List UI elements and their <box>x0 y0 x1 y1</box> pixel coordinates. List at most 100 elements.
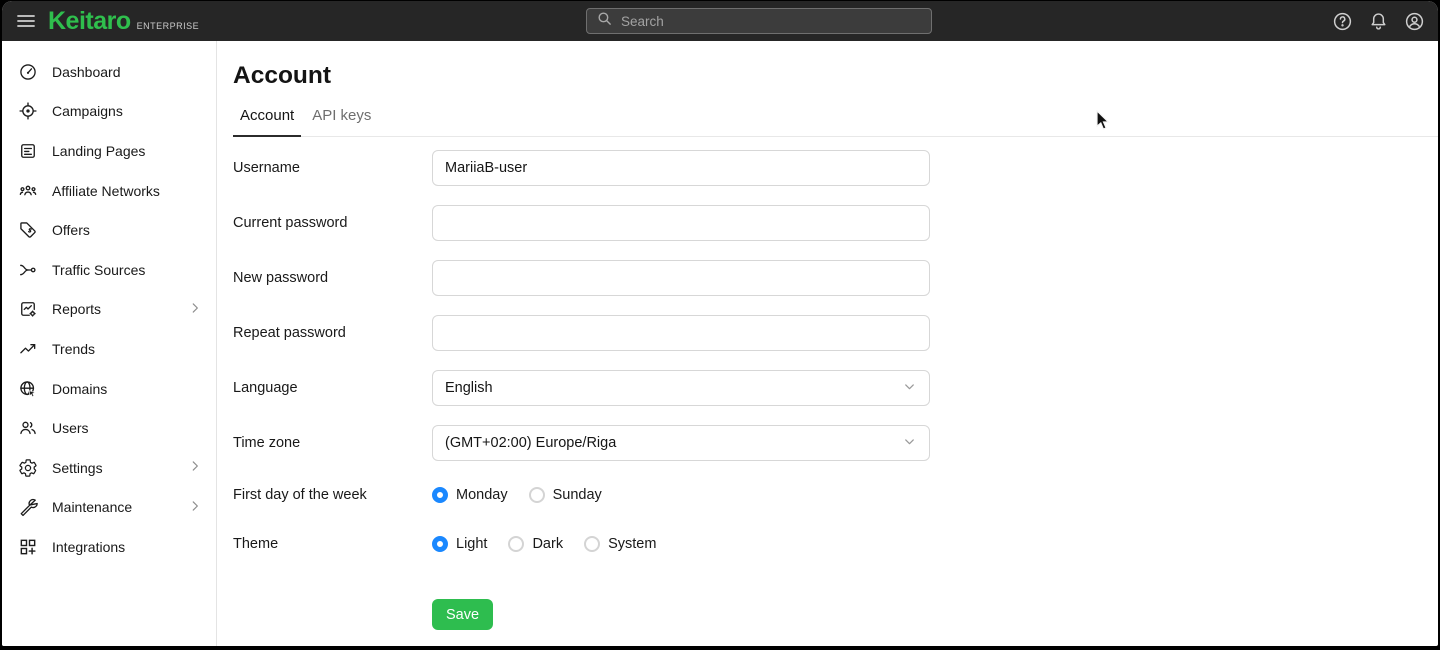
first-day-label: First day of the week <box>233 487 432 503</box>
sidebar-item-label: Domains <box>52 381 202 397</box>
radio-unselected-icon <box>584 536 600 552</box>
radio-monday[interactable]: Monday <box>432 487 508 503</box>
sidebar-item-label: Settings <box>52 460 174 476</box>
timezone-select[interactable]: (GMT+02:00) Europe/Riga <box>432 425 930 461</box>
radio-theme-light[interactable]: Light <box>432 536 487 552</box>
integrations-icon <box>18 537 38 557</box>
sidebar-item-label: Offers <box>52 222 202 238</box>
sidebar-item-offers[interactable]: Offers <box>2 210 216 250</box>
sidebar-item-campaigns[interactable]: Campaigns <box>2 92 216 132</box>
settings-gear-icon <box>18 458 38 478</box>
dashboard-icon <box>18 62 38 82</box>
radio-label: Sunday <box>553 487 602 503</box>
radio-unselected-icon <box>529 487 545 503</box>
reports-icon <box>18 299 38 319</box>
sidebar-item-reports[interactable]: Reports <box>2 290 216 330</box>
new-password-field[interactable] <box>432 260 930 296</box>
sidebar-item-traffic-sources[interactable]: Traffic Sources <box>2 250 216 290</box>
enterprise-badge: ENTERPRISE <box>137 21 200 31</box>
notifications-bell-icon[interactable] <box>1368 11 1389 32</box>
chevron-right-icon <box>188 301 202 318</box>
sidebar-item-label: Trends <box>52 341 202 357</box>
main-content: Account Account API keys Username Curren… <box>217 41 1438 646</box>
form-row-username: Username <box>233 150 1438 186</box>
tab-api-keys[interactable]: API keys <box>305 107 378 136</box>
chevron-down-icon <box>902 379 917 398</box>
radio-sunday[interactable]: Sunday <box>529 487 602 503</box>
language-selected-value: English <box>445 380 493 396</box>
sidebar-item-label: Users <box>52 420 202 436</box>
sidebar-item-users[interactable]: Users <box>2 408 216 448</box>
language-select[interactable]: English <box>432 370 930 406</box>
page-title: Account <box>233 62 1438 90</box>
form-row-theme: Theme Light Dark System <box>233 529 1438 559</box>
maintenance-wrench-icon <box>18 497 38 517</box>
sidebar-item-maintenance[interactable]: Maintenance <box>2 488 216 528</box>
chevron-right-icon <box>188 499 202 516</box>
sidebar-item-label: Traffic Sources <box>52 262 202 278</box>
search-input[interactable] <box>621 14 922 29</box>
theme-label: Theme <box>233 536 432 552</box>
search-icon <box>596 10 613 32</box>
tab-account[interactable]: Account <box>233 107 301 136</box>
timezone-label: Time zone <box>233 435 432 451</box>
sidebar-item-settings[interactable]: Settings <box>2 448 216 488</box>
radio-theme-dark[interactable]: Dark <box>508 536 563 552</box>
sidebar-item-label: Campaigns <box>52 103 202 119</box>
sidebar-item-dashboard[interactable]: Dashboard <box>2 52 216 92</box>
radio-label: System <box>608 536 656 552</box>
topbar-icon-group <box>1332 1 1425 41</box>
landing-pages-icon <box>18 141 38 161</box>
username-label: Username <box>233 160 432 176</box>
brand[interactable]: Keitaro ENTERPRISE <box>48 7 199 36</box>
trends-icon <box>18 339 38 359</box>
radio-label: Monday <box>456 487 508 503</box>
theme-radio-group: Light Dark System <box>432 536 930 552</box>
current-password-label: Current password <box>233 215 432 231</box>
sidebar-item-label: Affiliate Networks <box>52 183 202 199</box>
chevron-down-icon <box>902 434 917 453</box>
domains-globe-icon <box>18 379 38 399</box>
affiliate-networks-icon <box>18 181 38 201</box>
save-button[interactable]: Save <box>432 599 493 630</box>
repeat-password-label: Repeat password <box>233 325 432 341</box>
radio-selected-icon <box>432 487 448 503</box>
sidebar-item-affiliate-networks[interactable]: Affiliate Networks <box>2 171 216 211</box>
radio-label: Dark <box>532 536 563 552</box>
campaigns-target-icon <box>18 101 38 121</box>
global-search[interactable] <box>586 8 932 34</box>
sidebar-item-domains[interactable]: Domains <box>2 369 216 409</box>
chevron-right-icon <box>188 459 202 476</box>
users-icon <box>18 418 38 438</box>
offers-tag-icon <box>18 220 38 240</box>
form-row-repeat-password: Repeat password <box>233 315 1438 351</box>
app-window: Keitaro ENTERPRISE Dashboard <box>2 1 1438 646</box>
username-field[interactable] <box>432 150 930 186</box>
account-form: Username Current password New password R… <box>233 150 1438 630</box>
radio-theme-system[interactable]: System <box>584 536 656 552</box>
keitaro-logo: Keitaro <box>48 7 131 36</box>
sidebar-item-label: Dashboard <box>52 64 202 80</box>
sidebar-item-label: Maintenance <box>52 499 174 515</box>
sidebar-item-label: Integrations <box>52 539 202 555</box>
account-avatar-icon[interactable] <box>1404 11 1425 32</box>
timezone-selected-value: (GMT+02:00) Europe/Riga <box>445 435 616 451</box>
form-row-first-day: First day of the week Monday Sunday <box>233 480 1438 510</box>
radio-selected-icon <box>432 536 448 552</box>
radio-label: Light <box>456 536 487 552</box>
hamburger-menu-icon[interactable] <box>14 9 38 33</box>
sidebar-item-landing-pages[interactable]: Landing Pages <box>2 131 216 171</box>
sidebar-item-integrations[interactable]: Integrations <box>2 527 216 567</box>
sidebar-item-trends[interactable]: Trends <box>2 329 216 369</box>
current-password-field[interactable] <box>432 205 930 241</box>
sidebar-nav: Dashboard Campaigns Landing Pages Affili… <box>2 41 217 646</box>
new-password-label: New password <box>233 270 432 286</box>
repeat-password-field[interactable] <box>432 315 930 351</box>
sidebar-item-label: Reports <box>52 301 174 317</box>
form-row-current-password: Current password <box>233 205 1438 241</box>
traffic-sources-icon <box>18 260 38 280</box>
radio-unselected-icon <box>508 536 524 552</box>
first-day-radio-group: Monday Sunday <box>432 487 930 503</box>
top-bar: Keitaro ENTERPRISE <box>2 1 1438 41</box>
help-icon[interactable] <box>1332 11 1353 32</box>
